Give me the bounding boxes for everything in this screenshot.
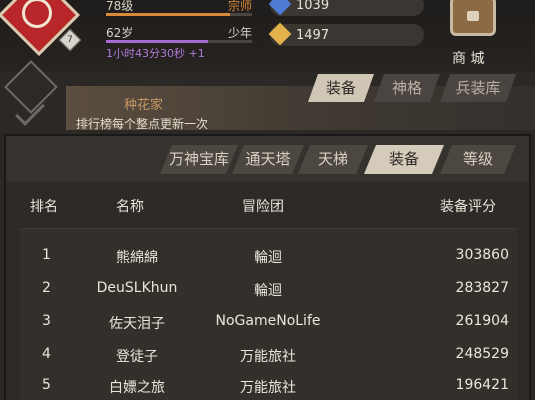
row-guild: 万能旅社 — [240, 380, 296, 396]
table-row[interactable]: 4 登徒子 万能旅社 248529 — [20, 339, 517, 371]
row-rank: 1 — [42, 247, 51, 263]
row-name: 白嫖之旅 — [109, 380, 165, 396]
row-name: 登徒子 — [116, 349, 158, 365]
header-score: 装备评分 — [440, 199, 496, 215]
player-title: 宗师 — [227, 0, 252, 13]
player-level: 78级 — [106, 0, 134, 13]
tab-tower[interactable]: 通天塔 — [232, 145, 304, 174]
row-rank: 4 — [42, 346, 51, 362]
level-progress-bar — [106, 13, 252, 16]
table-row[interactable]: 1 熊綿綿 輪迴 303860 — [20, 240, 517, 272]
age-progress-bar — [106, 40, 252, 43]
tab-equipment[interactable]: 装备 — [364, 145, 444, 174]
row-rank: 5 — [42, 377, 51, 393]
upper-tab-equipment[interactable]: 装备 — [308, 74, 374, 102]
row-guild: NoGameNoLife — [215, 313, 321, 329]
upper-tab-divinity[interactable]: 神格 — [374, 74, 440, 102]
currency-blue[interactable]: 1039 — [268, 0, 424, 16]
row-rank: 2 — [42, 280, 51, 296]
notice-player-name: 种花家 — [124, 98, 164, 113]
table-row[interactable]: 5 白嫖之旅 万能旅社 196421 — [20, 370, 517, 400]
row-rank: 3 — [42, 313, 51, 329]
currency-gold-value: 1497 — [296, 28, 330, 43]
age-timer: 1小时43分30秒 +1 — [106, 47, 205, 60]
age-row: 62岁 少年 — [106, 24, 252, 41]
currency-gold[interactable]: 1497 — [268, 22, 424, 46]
row-score: 248529 — [455, 346, 509, 362]
tab-ladder[interactable]: 天梯 — [298, 145, 368, 174]
level-row: 78级 宗师 — [106, 0, 252, 14]
table-row[interactable]: 3 佐天泪子 NoGameNoLife 261904 — [20, 306, 517, 338]
tab-treasury[interactable]: 万神宝库 — [160, 145, 238, 174]
row-name: 佐天泪子 — [109, 316, 165, 332]
row-score: 196421 — [455, 377, 509, 393]
row-name: DeuSLKhun — [96, 280, 178, 296]
level-progress-fill — [106, 13, 231, 16]
tab-level[interactable]: 等级 — [440, 145, 516, 174]
age-stage: 少年 — [227, 26, 252, 40]
table-row[interactable]: 2 DeuSLKhun 輪迴 283827 — [20, 273, 517, 305]
currency-blue-value: 1039 — [296, 0, 330, 13]
upper-tab-armory[interactable]: 兵装库 — [440, 74, 516, 102]
row-score: 283827 — [455, 280, 509, 296]
header-guild: 冒险团 — [242, 199, 284, 215]
treasure-chest-icon[interactable] — [450, 0, 496, 36]
row-score: 303860 — [455, 247, 509, 263]
row-guild: 輪迴 — [254, 250, 282, 266]
age-progress-fill — [106, 40, 209, 43]
level-badge-number: 7 — [67, 35, 73, 45]
header-rank: 排名 — [30, 199, 58, 215]
shop-label[interactable]: 商 城 — [452, 48, 484, 68]
row-name: 熊綿綿 — [116, 250, 158, 266]
row-guild: 万能旅社 — [240, 349, 296, 365]
notice-text: 排行榜每个整点更新一次 — [76, 117, 209, 131]
header-name: 名称 — [116, 199, 144, 215]
row-score: 261904 — [455, 313, 509, 329]
player-age: 62岁 — [106, 26, 134, 40]
row-guild: 輪迴 — [254, 283, 282, 299]
